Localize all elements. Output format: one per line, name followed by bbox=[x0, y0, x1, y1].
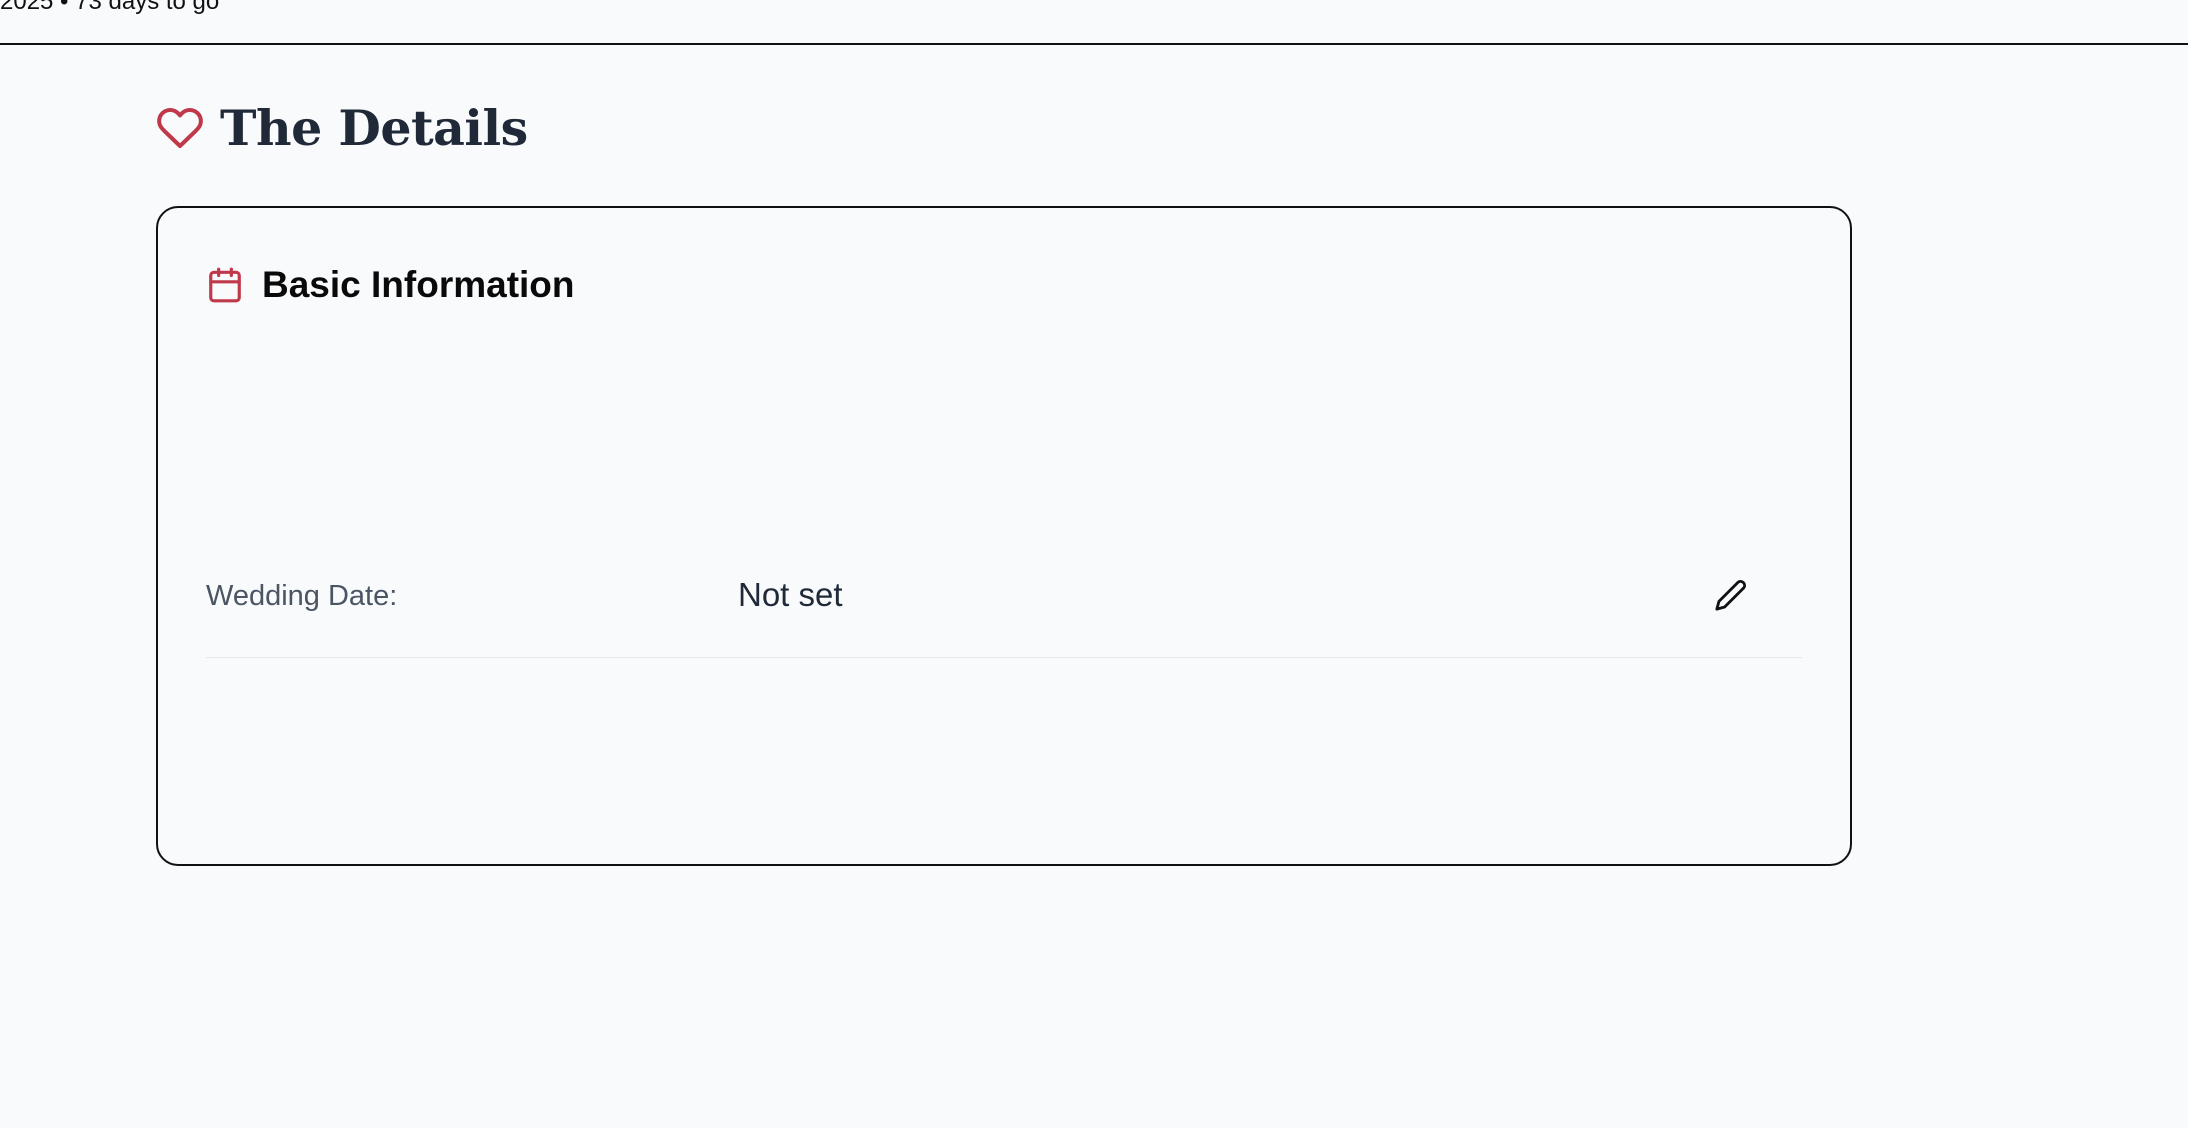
calendar-icon bbox=[206, 266, 244, 304]
heart-icon bbox=[156, 104, 204, 152]
row-value: Not set bbox=[738, 576, 843, 613]
top-bar: 2025 • 73 days to go bbox=[0, 0, 2188, 45]
card-title: Basic Information bbox=[262, 264, 575, 305]
card-header: Basic Information bbox=[206, 264, 575, 306]
countdown-text: 2025 • 73 days to go bbox=[0, 0, 220, 15]
row-label: Wedding Date: bbox=[206, 580, 398, 612]
page-heading: The Details bbox=[156, 98, 528, 158]
detail-row-wedding-date: Wedding Date: Not set bbox=[206, 536, 1802, 658]
edit-wedding-date-button[interactable] bbox=[1708, 572, 1754, 618]
pencil-icon bbox=[1715, 580, 1746, 611]
basic-information-card: Basic Information Wedding Date: Not set bbox=[156, 206, 1852, 866]
page-title: The Details bbox=[220, 99, 528, 157]
